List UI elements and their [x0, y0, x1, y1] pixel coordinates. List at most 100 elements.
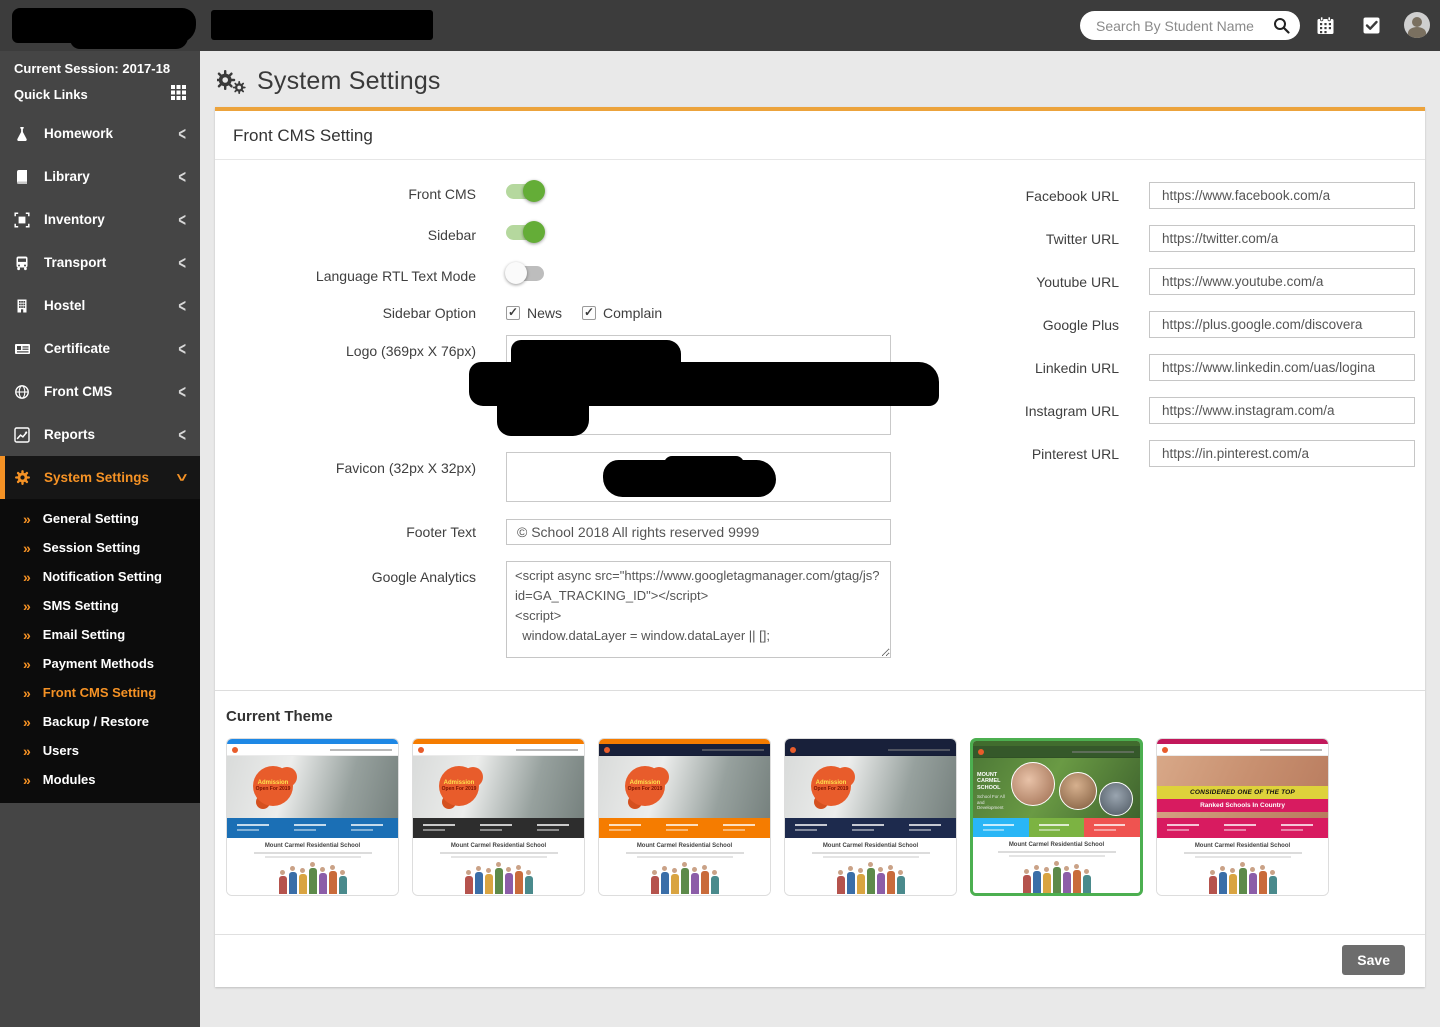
submenu-item[interactable]: » Session Setting — [0, 533, 200, 562]
chevron-left-icon: < — [178, 123, 186, 144]
theme-thumbnail[interactable]: Admission Open For 2019 Mo — [784, 738, 957, 896]
search-icon[interactable] — [1273, 17, 1290, 34]
submenu-item[interactable]: » Front CMS Setting — [0, 678, 200, 707]
certificate-icon — [14, 340, 33, 357]
theme-thumbnail[interactable]: Admission Open For 2019 Mo — [598, 738, 771, 896]
submenu-item[interactable]: » Modules — [0, 765, 200, 794]
double-chevron-icon: » — [23, 627, 31, 643]
system-settings-submenu: » General Setting » Session Setting » No… — [0, 499, 200, 803]
toggle-switch[interactable] — [506, 184, 544, 199]
search-input[interactable] — [1096, 18, 1273, 34]
chart-icon — [14, 426, 33, 443]
url-input[interactable] — [1149, 440, 1415, 467]
globe-icon — [14, 383, 33, 400]
logo-label: Logo (369px X 76px) — [231, 335, 506, 359]
gears-icon — [14, 469, 33, 486]
page-title: System Settings — [257, 67, 441, 96]
url-input[interactable] — [1149, 182, 1415, 209]
box-icon — [14, 211, 33, 228]
google-analytics-textarea[interactable] — [506, 561, 891, 658]
theme-hero: Admission Open For 2019 — [599, 756, 770, 818]
settings-card: Front CMS Setting Front CMS Sidebar — [215, 107, 1425, 987]
current-theme-heading: Current Theme — [226, 708, 1425, 725]
theme-gallery: Admission Open For 2019 Mo — [215, 738, 1425, 934]
chevron-left-icon: < — [178, 166, 186, 187]
checkbox[interactable] — [506, 306, 520, 320]
sidebar-item-system-settings[interactable]: System Settings < — [0, 456, 200, 499]
submenu-item[interactable]: » General Setting — [0, 504, 200, 533]
hero-side-text: MOUNT CARMEL SCHOOLSchool For All and De… — [977, 772, 1011, 812]
double-chevron-icon: » — [23, 656, 31, 672]
submenu-item[interactable]: » SMS Setting — [0, 591, 200, 620]
submenu-item[interactable]: » Users — [0, 736, 200, 765]
toggle-row: Front CMS — [231, 182, 906, 206]
double-chevron-icon: » — [23, 743, 31, 759]
analytics-row: Google Analytics — [231, 561, 906, 663]
checkbox-item[interactable]: Complain — [582, 305, 662, 321]
user-avatar[interactable] — [1404, 12, 1430, 38]
theme-thumbnail[interactable]: CONSIDERED ONE OF THE TOP Ranked Schools… — [1156, 738, 1329, 896]
favicon-preview — [506, 452, 891, 502]
admission-badge: Admission Open For 2019 — [625, 766, 665, 806]
redacted-logo-tail — [70, 36, 188, 49]
sidebar-filler — [0, 803, 200, 1027]
theme-hero: Admission Open For 2019 — [785, 756, 956, 818]
url-row: Google Plus — [906, 311, 1415, 338]
card-footer: Save — [215, 934, 1425, 987]
students-illustration — [651, 862, 719, 894]
theme-navbar — [785, 744, 956, 756]
chevron-left-icon: < — [178, 381, 186, 402]
sidebar-item-reports[interactable]: Reports < — [0, 413, 200, 456]
submenu-item[interactable]: » Email Setting — [0, 620, 200, 649]
footer-text-label: Footer Text — [231, 524, 506, 540]
logo-preview — [506, 335, 891, 435]
sidebar-item-hostel[interactable]: Hostel < — [0, 284, 200, 327]
url-row: Linkedin URL — [906, 354, 1415, 381]
url-input[interactable] — [1149, 311, 1415, 338]
tasks-icon[interactable] — [1360, 14, 1382, 36]
main-content: System Settings Front CMS Setting Front … — [200, 51, 1440, 1027]
theme-navbar — [599, 744, 770, 756]
url-input[interactable] — [1149, 225, 1415, 252]
sidebar-option-label: Sidebar Option — [231, 305, 506, 321]
sidebar-item-homework[interactable]: Homework < — [0, 112, 200, 155]
toggle-switch[interactable] — [506, 225, 544, 240]
save-button[interactable]: Save — [1342, 945, 1405, 975]
url-input[interactable] — [1149, 397, 1415, 424]
chevron-down-icon: < — [172, 474, 193, 482]
sidebar-item-library[interactable]: Library < — [0, 155, 200, 198]
theme-thumbnail[interactable]: Admission Open For 2019 Mo — [412, 738, 585, 896]
double-chevron-icon: » — [23, 714, 31, 730]
footer-text-input[interactable] — [506, 519, 891, 545]
double-chevron-icon: » — [23, 598, 31, 614]
students-illustration — [1023, 861, 1091, 893]
submenu-item[interactable]: » Payment Methods — [0, 649, 200, 678]
logo-row: Logo (369px X 76px) — [231, 335, 906, 435]
sidebar-item-transport[interactable]: Transport < — [0, 241, 200, 284]
toggle-switch[interactable] — [506, 266, 544, 281]
theme-hero: Admission Open For 2019 — [413, 756, 584, 818]
submenu-item[interactable]: » Notification Setting — [0, 562, 200, 591]
sidebar-item-front-cms[interactable]: Front CMS < — [0, 370, 200, 413]
admission-badge: Admission Open For 2019 — [253, 766, 293, 806]
checkbox-item[interactable]: News — [506, 305, 562, 321]
hero-band-1: CONSIDERED ONE OF THE TOP — [1157, 786, 1328, 799]
quick-links-grid-icon[interactable] — [171, 85, 186, 100]
sidebar-item-inventory[interactable]: Inventory < — [0, 198, 200, 241]
sidebar: Current Session: 2017-18 Quick Links Hom… — [0, 51, 200, 1027]
theme-body: Mount Carmel Residential School — [973, 837, 1140, 893]
sidebar-item-certificate[interactable]: Certificate < — [0, 327, 200, 370]
book-icon — [14, 168, 33, 185]
students-illustration — [837, 862, 905, 894]
submenu-item[interactable]: » Backup / Restore — [0, 707, 200, 736]
url-input[interactable] — [1149, 268, 1415, 295]
theme-thumbnail[interactable]: Admission Open For 2019 Mo — [226, 738, 399, 896]
double-chevron-icon: » — [23, 685, 31, 701]
hero-band-2: Ranked Schools In Country — [1157, 799, 1328, 812]
calendar-icon[interactable] — [1314, 14, 1336, 36]
url-input[interactable] — [1149, 354, 1415, 381]
checkbox[interactable] — [582, 306, 596, 320]
theme-thumbnail[interactable]: MOUNT CARMEL SCHOOLSchool For All and De… — [970, 738, 1143, 896]
sidebar-menu: Homework < Library < Inventory < Transpo… — [0, 112, 200, 499]
flask-icon — [14, 125, 33, 142]
